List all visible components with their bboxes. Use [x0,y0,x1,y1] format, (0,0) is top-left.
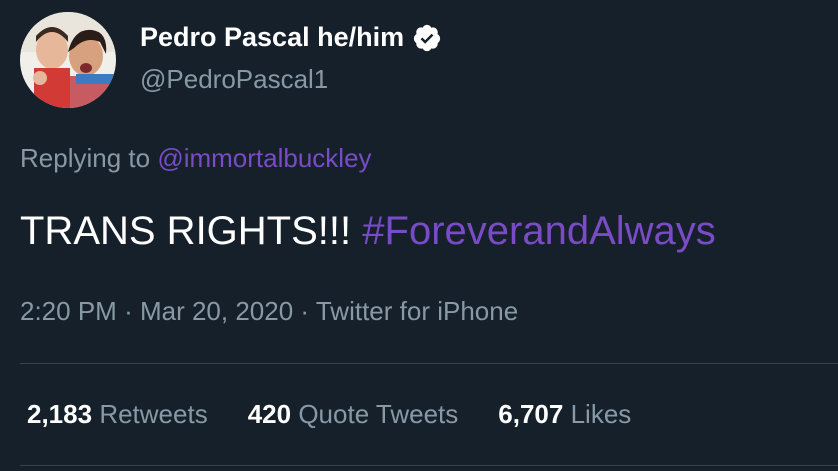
avatar-photo [20,12,116,108]
tweet-source-link[interactable]: Twitter for iPhone [316,296,518,326]
tweet-stats: 2,183 Retweets 420 Quote Tweets 6,707 Li… [27,399,671,430]
verified-badge-icon [412,23,442,53]
stat-count: 6,707 [498,399,564,429]
replying-to-label: Replying to [20,143,151,173]
stat-quote-tweets[interactable]: 420 Quote Tweets [248,399,459,430]
stat-label: Retweets [99,399,208,429]
stat-label: Quote Tweets [298,399,459,429]
meta-separator: · [300,296,310,326]
display-name[interactable]: Pedro Pascal he/him [140,22,442,53]
stat-count: 2,183 [27,399,93,429]
tweet-body: TRANS RIGHTS!!! [20,209,352,253]
meta-separator: · [124,296,133,326]
divider [20,465,838,466]
stat-likes[interactable]: 6,707 Likes [498,399,631,430]
hashtag-link[interactable]: #ForeverandAlways [362,209,716,253]
user-handle[interactable]: @PedroPascal1 [140,64,328,95]
tweet-time[interactable]: 2:20 PM [20,296,117,326]
stat-retweets[interactable]: 2,183 Retweets [27,399,208,430]
stat-count: 420 [247,399,292,429]
replying-to: Replying to @immortalbuckley [20,143,372,174]
tweet-detail: Pedro Pascal he/him @PedroPascal1 Replyi… [0,0,838,471]
avatar[interactable] [20,12,116,108]
stat-label: Likes [570,399,632,429]
reply-mention-link[interactable]: @immortalbuckley [157,143,371,173]
divider [20,363,838,364]
tweet-meta: 2:20 PM · Mar 20, 2020 · Twitter for iPh… [20,296,518,327]
tweet-text: TRANS RIGHTS!!! #ForeverandAlways [20,209,716,254]
tweet-date[interactable]: Mar 20, 2020 [140,296,293,326]
display-name-text: Pedro Pascal he/him [140,22,405,52]
